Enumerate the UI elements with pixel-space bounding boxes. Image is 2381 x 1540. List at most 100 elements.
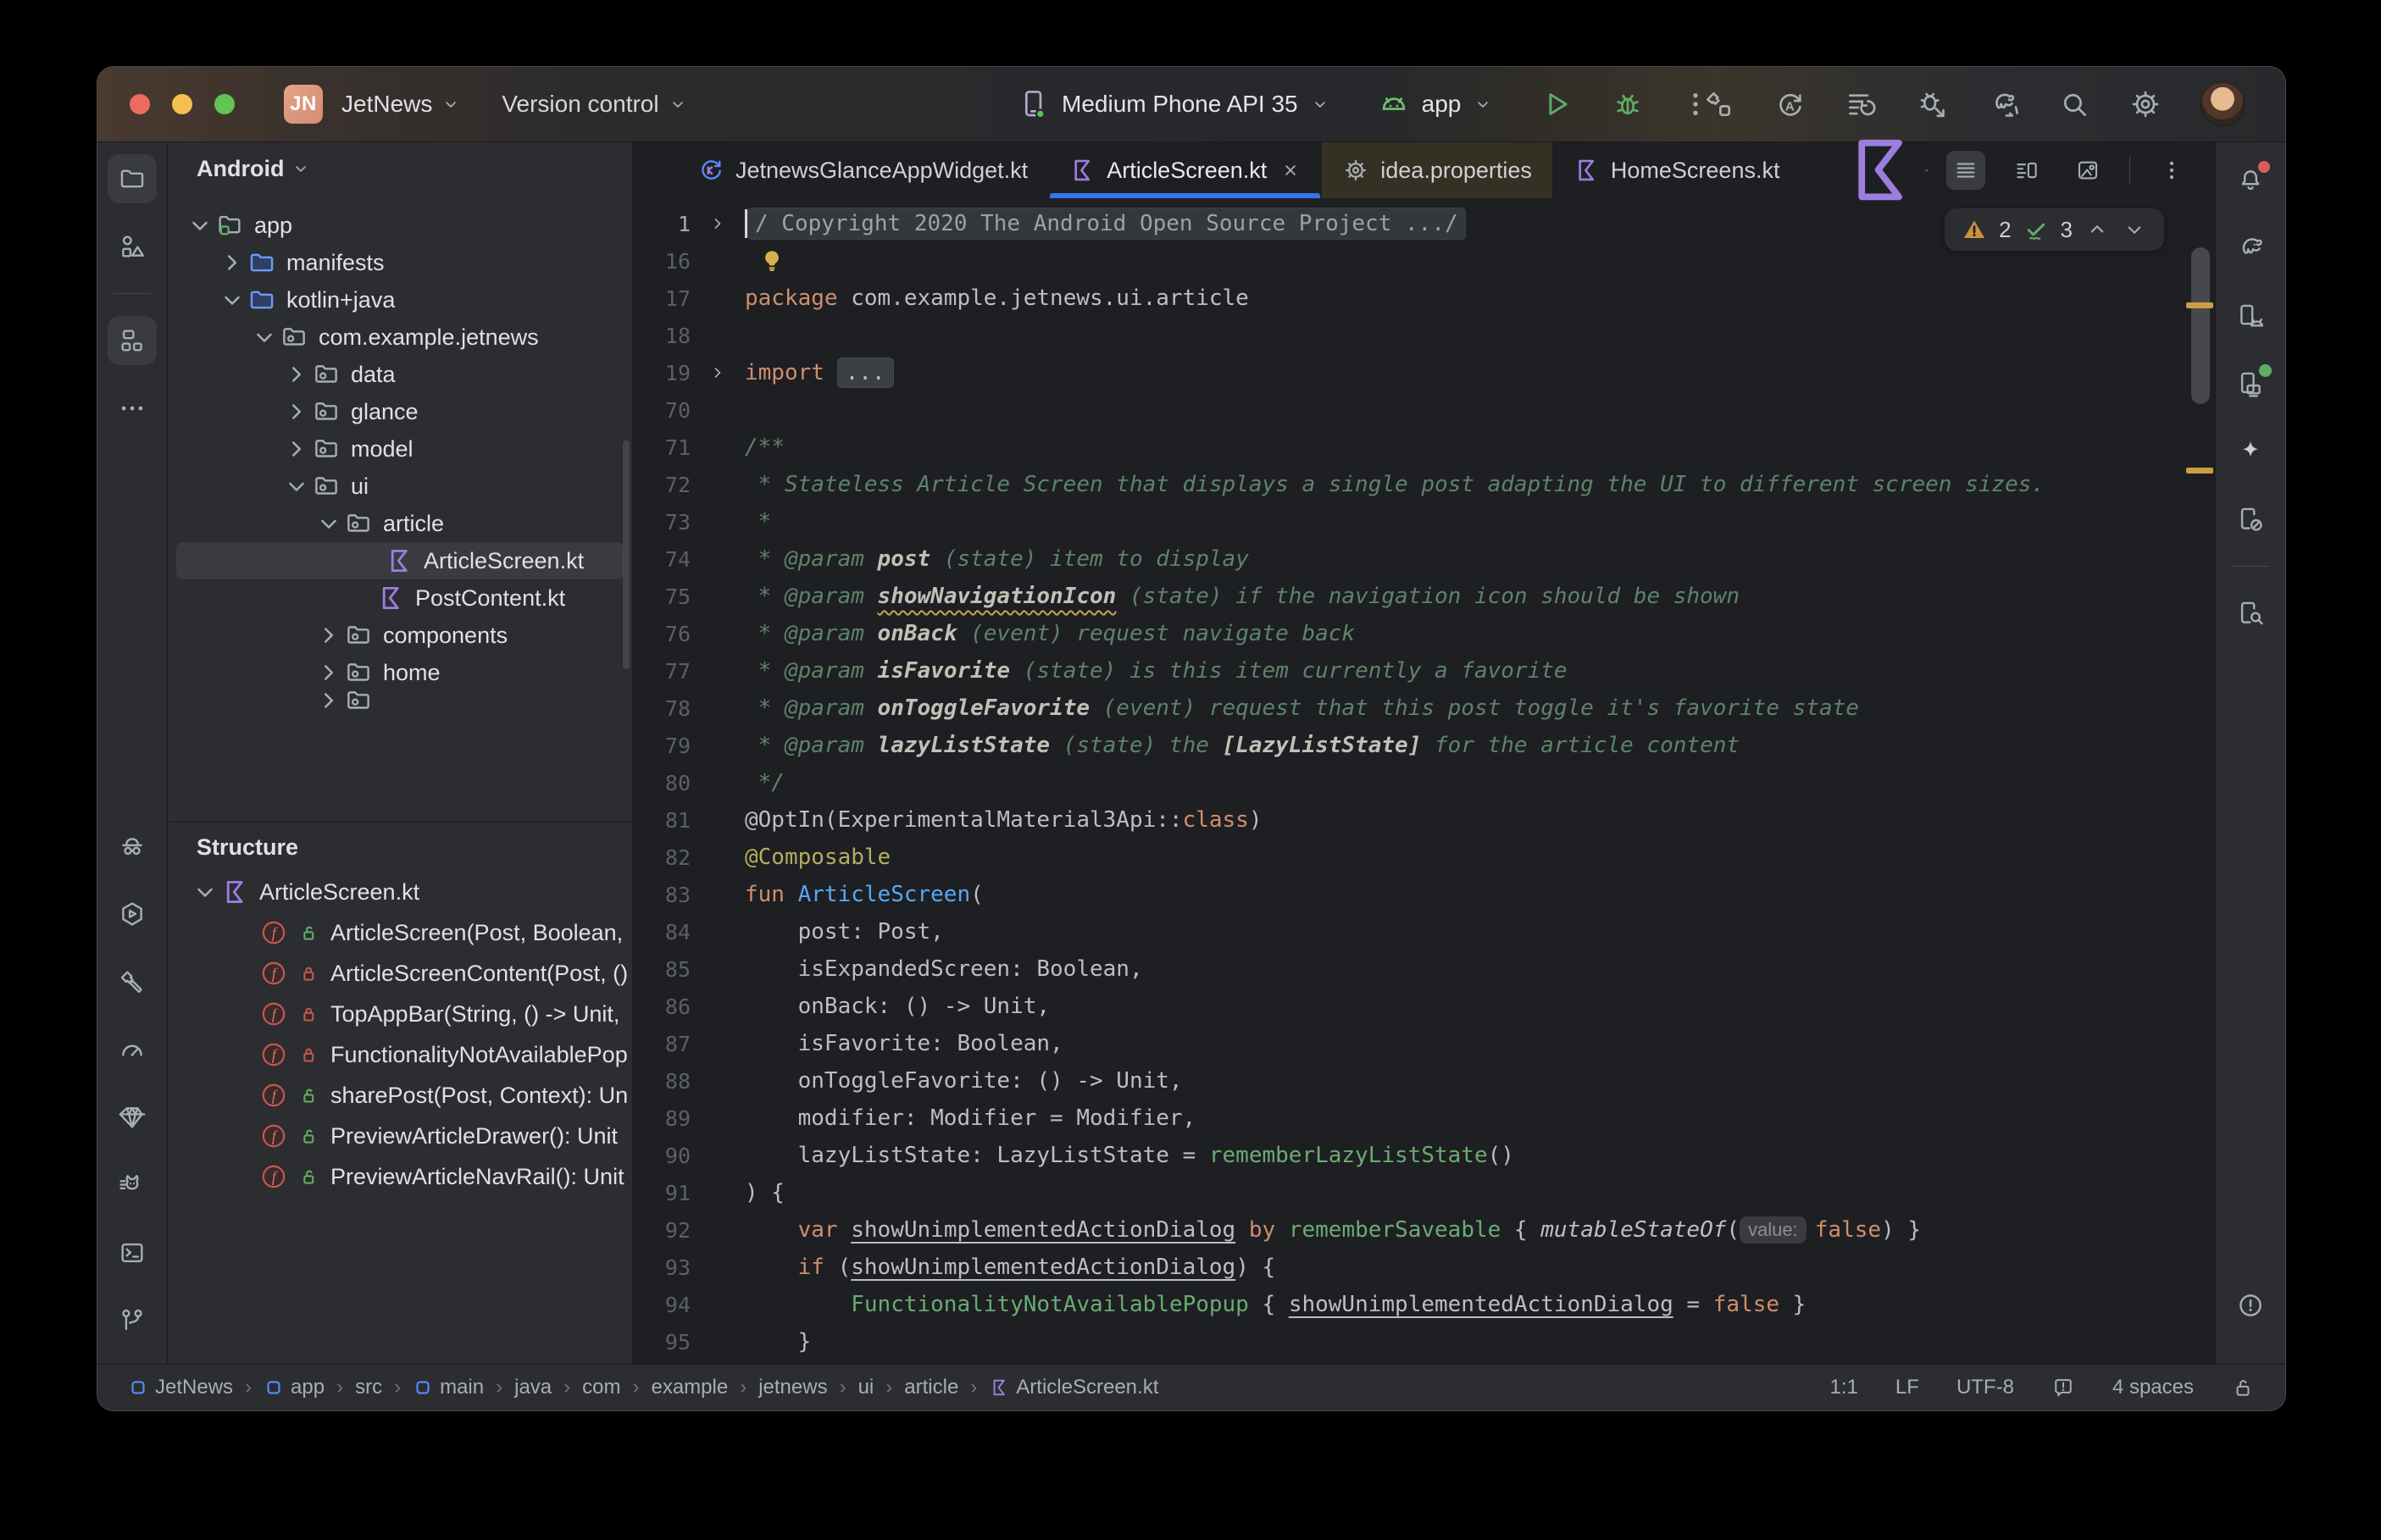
problems-tool-button[interactable] bbox=[2226, 1281, 2275, 1330]
code-line-18[interactable]: 18 bbox=[633, 317, 2215, 354]
chevron-down-icon[interactable] bbox=[1473, 94, 1493, 114]
terminal-tool-button[interactable] bbox=[108, 1228, 157, 1277]
readonly-lock-icon[interactable] bbox=[2231, 1376, 2255, 1399]
code-line-76[interactable]: 76 * @param onBack (event) request navig… bbox=[633, 615, 2215, 652]
editor-split-view[interactable] bbox=[2007, 151, 2046, 190]
more-actions-button[interactable] bbox=[1679, 88, 1712, 120]
structure-root[interactable]: ArticleScreen.kt bbox=[168, 872, 632, 912]
code-line-71[interactable]: 71/** bbox=[633, 429, 2215, 466]
code-line-91[interactable]: 91) { bbox=[633, 1174, 2215, 1211]
code-line-78[interactable]: 78 * @param onToggleFavorite (event) req… bbox=[633, 690, 2215, 727]
tab-idea-properties[interactable]: idea.properties bbox=[1322, 142, 1552, 198]
minimize-window-button[interactable] bbox=[172, 94, 192, 114]
structure-function[interactable]: fPreviewArticleNavRail(): Unit bbox=[168, 1156, 632, 1197]
code-editor[interactable]: 1/ Copyright 2020 The Android Open Sourc… bbox=[633, 198, 2215, 1364]
indent-setting[interactable]: 4 spaces bbox=[2112, 1376, 2194, 1399]
chev-right-icon[interactable] bbox=[314, 691, 344, 710]
chev-right-icon[interactable] bbox=[281, 396, 312, 427]
tab-homescreens-kt[interactable]: HomeScreens.kt bbox=[1552, 142, 1801, 198]
project-tool-button[interactable] bbox=[108, 154, 157, 203]
code-line-19[interactable]: 19import ... bbox=[633, 354, 2215, 391]
breadcrumb-jetnews[interactable]: jetnews bbox=[758, 1376, 827, 1399]
chev-down-icon[interactable] bbox=[185, 210, 215, 241]
chev-right-icon[interactable] bbox=[281, 434, 312, 464]
tree-item-components[interactable]: components bbox=[168, 617, 632, 654]
warning-stripe-mark[interactable] bbox=[2186, 302, 2213, 308]
tree-item-clipped[interactable] bbox=[168, 691, 632, 710]
user-avatar[interactable] bbox=[2201, 82, 2245, 126]
code-line-93[interactable]: 93 if (showUnimplementedActionDialog) { bbox=[633, 1249, 2215, 1286]
device-mirroring-tool-button[interactable] bbox=[2226, 495, 2275, 544]
code-line-73[interactable]: 73 * bbox=[633, 503, 2215, 540]
running-devices-tool-button[interactable] bbox=[2226, 359, 2275, 408]
settings-button[interactable] bbox=[2129, 88, 2162, 120]
code-line-80[interactable]: 80 */ bbox=[633, 764, 2215, 801]
next-problem-button[interactable] bbox=[2122, 217, 2147, 242]
structure-function[interactable]: fTopAppBar(String, () -> Unit, bbox=[168, 994, 632, 1034]
services-tool-button[interactable] bbox=[108, 889, 157, 939]
gemini-gem-tool-button[interactable] bbox=[108, 1093, 157, 1142]
breadcrumb-ui[interactable]: ui bbox=[858, 1376, 874, 1399]
inspections-widget[interactable]: 2 3 bbox=[1945, 208, 2164, 251]
zoom-window-button[interactable] bbox=[214, 94, 235, 114]
chev-right-icon[interactable] bbox=[708, 363, 728, 383]
caret-position[interactable]: 1:1 bbox=[1830, 1376, 1858, 1399]
chev-right-icon[interactable] bbox=[708, 213, 728, 234]
close-window-button[interactable] bbox=[130, 94, 150, 114]
code-line-82[interactable]: 82@Composable bbox=[633, 839, 2215, 876]
structure-function[interactable]: fArticleScreen(Post, Boolean, bbox=[168, 912, 632, 953]
code-line-81[interactable]: 81@OptIn(ExperimentalMaterial3Api::class… bbox=[633, 801, 2215, 839]
tree-item-app[interactable]: app bbox=[168, 207, 632, 244]
chev-down-icon[interactable] bbox=[190, 877, 220, 907]
tree-item-ui[interactable]: ui bbox=[168, 468, 632, 505]
more-tool-windows-tool-button[interactable] bbox=[108, 384, 157, 433]
incognito-tool-button[interactable] bbox=[108, 822, 157, 871]
chev-down-icon[interactable] bbox=[217, 285, 247, 315]
structure-function[interactable]: fFunctionalityNotAvailablePop bbox=[168, 1034, 632, 1075]
tab-jetnewsglanceappwidget-kt[interactable]: JetnewsGlanceAppWidget.kt bbox=[677, 142, 1048, 198]
chev-right-icon[interactable] bbox=[314, 657, 344, 688]
device-explorer-tool-button[interactable] bbox=[2226, 589, 2275, 638]
run-configuration[interactable]: app bbox=[1422, 91, 1462, 118]
code-line-75[interactable]: 75 * @param showNavigationIcon (state) i… bbox=[633, 578, 2215, 615]
editor-scrollbar[interactable] bbox=[2191, 247, 2210, 404]
code-line-70[interactable]: 70 bbox=[633, 391, 2215, 429]
hidden-tabs-dropdown[interactable] bbox=[1823, 142, 1946, 198]
gradle-tool-button[interactable] bbox=[2226, 224, 2275, 273]
device-selector[interactable]: Medium Phone API 35 bbox=[1062, 91, 1298, 118]
notifications-tool-button[interactable] bbox=[2226, 156, 2275, 205]
tree-scrollbar[interactable] bbox=[623, 440, 630, 669]
run-button[interactable] bbox=[1540, 88, 1573, 120]
resource-manager-tool-button[interactable] bbox=[108, 222, 157, 271]
structure-function[interactable]: fPreviewArticleDrawer(): Unit bbox=[168, 1116, 632, 1156]
code-line-77[interactable]: 77 * @param isFavorite (state) is this i… bbox=[633, 652, 2215, 690]
logcat-tool-button[interactable] bbox=[108, 1161, 157, 1210]
tree-item-article[interactable]: article bbox=[168, 505, 632, 542]
code-line-83[interactable]: 83fun ArticleScreen( bbox=[633, 876, 2215, 913]
attach-debugger-button[interactable] bbox=[1916, 88, 1948, 120]
profiler-button[interactable] bbox=[1845, 88, 1877, 120]
tab-articlescreen-kt[interactable]: ArticleScreen.kt bbox=[1048, 142, 1322, 198]
editor-design-view[interactable] bbox=[2068, 151, 2107, 190]
editor-options[interactable] bbox=[2152, 151, 2191, 190]
warning-stripe-mark[interactable] bbox=[2186, 468, 2213, 474]
tree-item-glance[interactable]: glance bbox=[168, 393, 632, 430]
structure-function[interactable]: fArticleScreenContent(Post, () bbox=[168, 953, 632, 994]
code-line-84[interactable]: 84 post: Post, bbox=[633, 913, 2215, 950]
tree-item-model[interactable]: model bbox=[168, 430, 632, 468]
debug-button[interactable] bbox=[1612, 88, 1644, 120]
editor-code-view[interactable] bbox=[1946, 151, 1985, 190]
code-line-72[interactable]: 72 * Stateless Article Screen that displ… bbox=[633, 466, 2215, 503]
code-line-74[interactable]: 74 * @param post (state) item to display bbox=[633, 540, 2215, 578]
code-line-87[interactable]: 87 isFavorite: Boolean, bbox=[633, 1025, 2215, 1062]
chev-right-icon[interactable] bbox=[314, 620, 344, 651]
close-tab-button[interactable] bbox=[1279, 159, 1302, 181]
sync-translate-button[interactable]: A bbox=[1773, 88, 1806, 120]
tree-item-articlescreen-kt[interactable]: ArticleScreen.kt bbox=[176, 542, 624, 579]
breadcrumb-src[interactable]: src bbox=[355, 1376, 382, 1399]
code-line-86[interactable]: 86 onBack: () -> Unit, bbox=[633, 988, 2215, 1025]
code-line-17[interactable]: 17package com.example.jetnews.ui.article bbox=[633, 280, 2215, 317]
code-line-94[interactable]: 94 FunctionalityNotAvailablePopup { show… bbox=[633, 1286, 2215, 1323]
tree-item-manifests[interactable]: manifests bbox=[168, 244, 632, 281]
studio-bot-tool-button[interactable] bbox=[2226, 427, 2275, 476]
